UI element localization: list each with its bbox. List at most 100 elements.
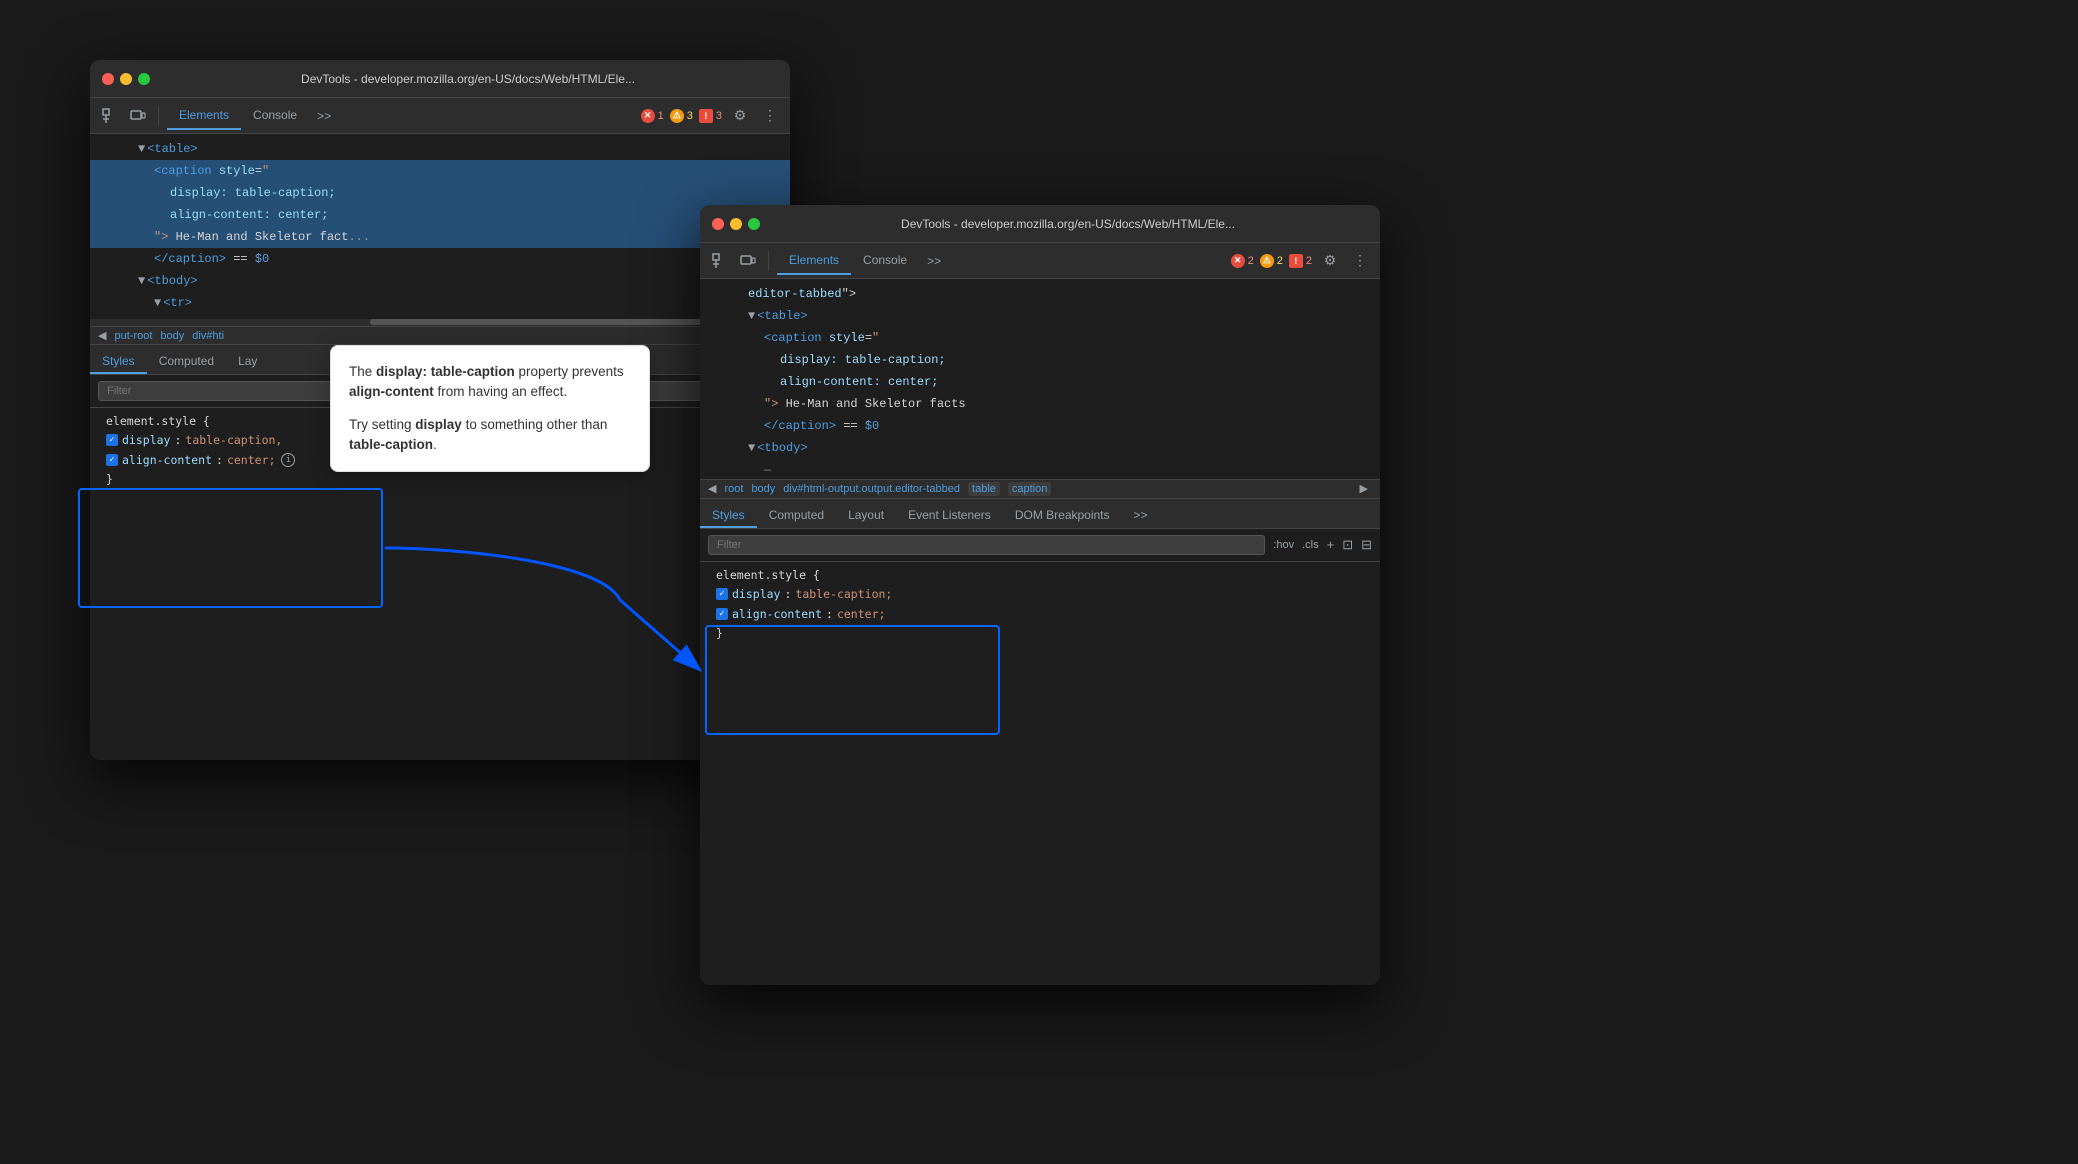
html-panel-1: ▼<table> <caption style=" display: table… [90,134,790,326]
breadcrumb-item[interactable]: body [160,330,184,342]
breadcrumb-item-div[interactable]: div#html-output.output.editor-tabbed [783,483,960,495]
minimize-button-1[interactable] [120,73,132,85]
window-title-2: DevTools - developer.mozilla.org/en-US/d… [768,217,1368,231]
warning-icon-2: ⚠ [1260,254,1274,268]
html-line: align-content: center; [700,371,1380,393]
inspect-icon-2[interactable] [708,249,732,273]
html-line: ▼<table> [700,305,1380,327]
html-content-2: editor-tabbed"> ▼<table> <caption style=… [700,279,1380,479]
html-line: <caption style=" [90,160,790,182]
css-checkbox[interactable] [106,454,118,466]
tab-layout-1[interactable]: Lay [226,350,269,374]
traffic-lights-2 [712,218,760,230]
maximize-button-1[interactable] [138,73,150,85]
tab-events-2[interactable]: Event Listeners [896,504,1003,528]
css-selector-2: element.style { [716,566,1364,584]
close-button-2[interactable] [712,218,724,230]
info-icon-2: ! [1289,254,1303,268]
breadcrumb-forward[interactable]: ▶ [1360,482,1368,495]
info-badge-1: ! 3 [699,109,722,123]
settings-icon-2[interactable]: ⚙ [1318,249,1342,273]
tab-console-1[interactable]: Console [241,102,309,130]
breadcrumb-item-body[interactable]: body [751,483,775,495]
tab-bar-1: Elements Console >> [167,102,637,130]
new-rule-icon[interactable]: ⊡ [1342,537,1353,553]
tab-styles-1[interactable]: Styles [90,350,147,374]
badge-group-1: ✕ 1 ⚠ 3 ! 3 ⚙ ⋮ [641,104,782,128]
error-badge-1: ✕ 1 [641,109,664,123]
breadcrumb-2: ◀ root body div#html-output.output.edito… [700,479,1380,499]
tab-elements-2[interactable]: Elements [777,247,851,275]
css-prop-row-display: display: table-caption; [716,584,1364,604]
scrollbar-1[interactable] [90,319,790,326]
color-scheme-icon[interactable]: ⊟ [1361,537,1372,553]
inspect-icon[interactable] [98,104,122,128]
css-checkbox-display[interactable] [716,588,728,600]
tab-layout-2[interactable]: Layout [836,504,896,528]
css-prop-row-align: align-content: center; [716,604,1364,624]
styles-tabs-2: Styles Computed Layout Event Listeners D… [700,499,1380,529]
tab-computed-1[interactable]: Computed [147,350,226,374]
html-line: editor-tabbed"> [700,283,1380,305]
breadcrumb-item-root[interactable]: root [724,483,743,495]
tab-styles-2[interactable]: Styles [700,504,757,528]
breadcrumb-1: ◀ put-root body div#hti [90,326,790,345]
warning-badge-2: ⚠ 2 [1260,254,1283,268]
tab-more-1[interactable]: >> [309,105,339,127]
html-line: ▼<tbody> [700,437,1380,459]
titlebar-2: DevTools - developer.mozilla.org/en-US/d… [700,205,1380,243]
html-line: <caption style=" [700,327,1380,349]
settings-icon-1[interactable]: ⚙ [728,104,752,128]
breadcrumb-back-2[interactable]: ◀ [708,482,716,495]
error-icon-2: ✕ [1231,254,1245,268]
device-icon[interactable] [126,104,150,128]
maximize-button-2[interactable] [748,218,760,230]
more-icon-1[interactable]: ⋮ [758,104,782,128]
info-icon: i [281,453,295,467]
html-line: </caption> == $0 [700,415,1380,437]
tab-more-2[interactable]: >> [919,250,949,272]
breadcrumb-item[interactable]: div#hti [192,330,224,342]
breadcrumb-item-caption[interactable]: caption [1008,482,1051,496]
css-checkbox-align[interactable] [716,608,728,620]
html-line: — [700,459,1380,479]
devtools-window-2: DevTools - developer.mozilla.org/en-US/d… [700,205,1380,985]
titlebar-1: DevTools - developer.mozilla.org/en-US/d… [90,60,790,98]
html-content-1: ▼<table> <caption style=" display: table… [90,134,790,318]
warning-badge-1: ⚠ 3 [670,109,693,123]
sep-1 [158,106,159,126]
highlight-box-1 [78,488,383,608]
more-icon-2[interactable]: ⋮ [1348,249,1372,273]
html-line: display: table-caption; [700,349,1380,371]
breadcrumb-back[interactable]: ◀ [98,329,106,342]
html-line: "> He-Man and Skeletor facts [700,393,1380,415]
html-line: </caption> == $0 [90,248,790,270]
info-icon-1: ! [699,109,713,123]
tab-computed-2[interactable]: Computed [757,504,836,528]
css-checkbox[interactable] [106,434,118,446]
tab-elements-1[interactable]: Elements [167,102,241,130]
toolbar-2: Elements Console >> ✕ 2 ⚠ 2 ! 2 ⚙ ⋮ [700,243,1380,279]
badge-group-2: ✕ 2 ⚠ 2 ! 2 ⚙ ⋮ [1231,249,1372,273]
html-line: "> He-Man and Skeletor fact... [90,226,790,248]
tooltip-popup: The display: table-caption property prev… [330,345,650,472]
tooltip-text-2: Try setting display to something other t… [349,415,631,456]
cls-button[interactable]: .cls [1302,539,1319,551]
add-rule-icon[interactable]: + [1327,537,1335,552]
breadcrumb-item[interactable]: put-root [114,330,152,342]
breadcrumb-item-table[interactable]: table [968,482,1000,496]
filter-input-2[interactable] [708,535,1265,555]
tab-breakpoints-2[interactable]: DOM Breakpoints [1003,504,1122,528]
highlight-box-2 [705,625,1000,735]
tab-more-styles-2[interactable]: >> [1122,504,1160,528]
html-line: ▼<tr> [90,292,790,314]
hov-button[interactable]: :hov [1273,539,1294,551]
minimize-button-2[interactable] [730,218,742,230]
device-icon-2[interactable] [736,249,760,273]
tab-console-2[interactable]: Console [851,247,919,275]
tab-bar-2: Elements Console >> [777,247,1227,275]
info-badge-2: ! 2 [1289,254,1312,268]
html-line: display: table-caption; [90,182,790,204]
html-line: align-content: center; [90,204,790,226]
close-button-1[interactable] [102,73,114,85]
